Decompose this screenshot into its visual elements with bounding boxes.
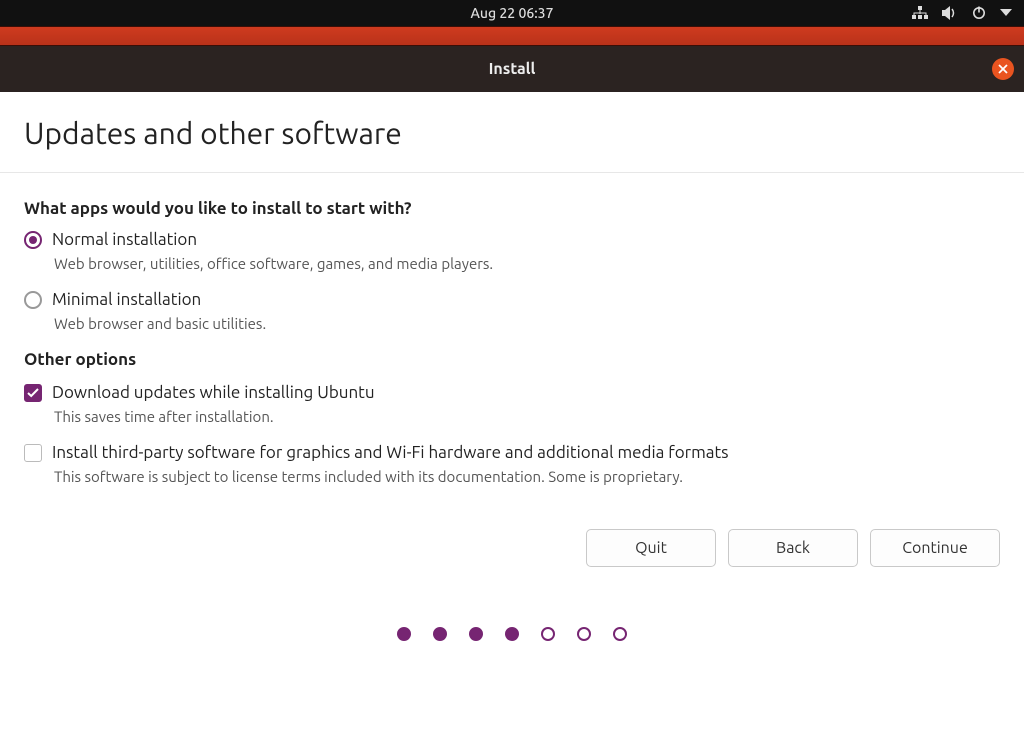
progress-dot	[505, 627, 519, 641]
option-label: Install third-party software for graphic…	[52, 443, 729, 462]
quit-button[interactable]: Quit	[586, 529, 716, 567]
installer-content: Updates and other software What apps wou…	[0, 92, 1024, 653]
window-title: Install	[489, 60, 536, 78]
option-description: Web browser and basic utilities.	[54, 315, 1000, 332]
option-description: Web browser, utilities, office software,…	[54, 255, 1000, 272]
volume-icon[interactable]	[942, 6, 958, 20]
radio-icon	[24, 231, 42, 249]
progress-dot	[577, 627, 591, 641]
option-third-party-software[interactable]: Install third-party software for graphic…	[24, 443, 1000, 462]
option-normal-installation[interactable]: Normal installation	[24, 230, 1000, 249]
option-label: Minimal installation	[52, 290, 201, 309]
option-description: This software is subject to license term…	[54, 468, 1000, 485]
progress-indicator	[24, 627, 1000, 641]
chevron-down-icon[interactable]	[1000, 9, 1012, 17]
checkbox-icon	[24, 444, 42, 462]
continue-button[interactable]: Continue	[870, 529, 1000, 567]
progress-dot	[541, 627, 555, 641]
system-tray	[912, 6, 1012, 20]
progress-dot	[469, 627, 483, 641]
divider	[0, 172, 1024, 173]
window-titlebar: Install	[0, 46, 1024, 92]
close-button[interactable]	[992, 58, 1014, 80]
progress-dot	[433, 627, 447, 641]
button-row: Quit Back Continue	[24, 529, 1000, 567]
option-download-updates[interactable]: Download updates while installing Ubuntu	[24, 383, 1000, 402]
option-label: Normal installation	[52, 230, 197, 249]
checkbox-icon	[24, 384, 42, 402]
option-minimal-installation[interactable]: Minimal installation	[24, 290, 1000, 309]
option-label: Download updates while installing Ubuntu	[52, 383, 375, 402]
power-icon[interactable]	[972, 6, 986, 20]
accent-bar	[0, 26, 1024, 46]
other-options-heading: Other options	[24, 350, 1000, 369]
progress-dot	[613, 627, 627, 641]
datetime-label: Aug 22 06:37	[471, 5, 554, 21]
back-button[interactable]: Back	[728, 529, 858, 567]
network-icon[interactable]	[912, 6, 928, 20]
page-title: Updates and other software	[24, 116, 1000, 172]
radio-icon	[24, 291, 42, 309]
option-description: This saves time after installation.	[54, 408, 1000, 425]
top-panel: Aug 22 06:37	[0, 0, 1024, 26]
apps-section-heading: What apps would you like to install to s…	[24, 199, 1000, 218]
progress-dot	[397, 627, 411, 641]
